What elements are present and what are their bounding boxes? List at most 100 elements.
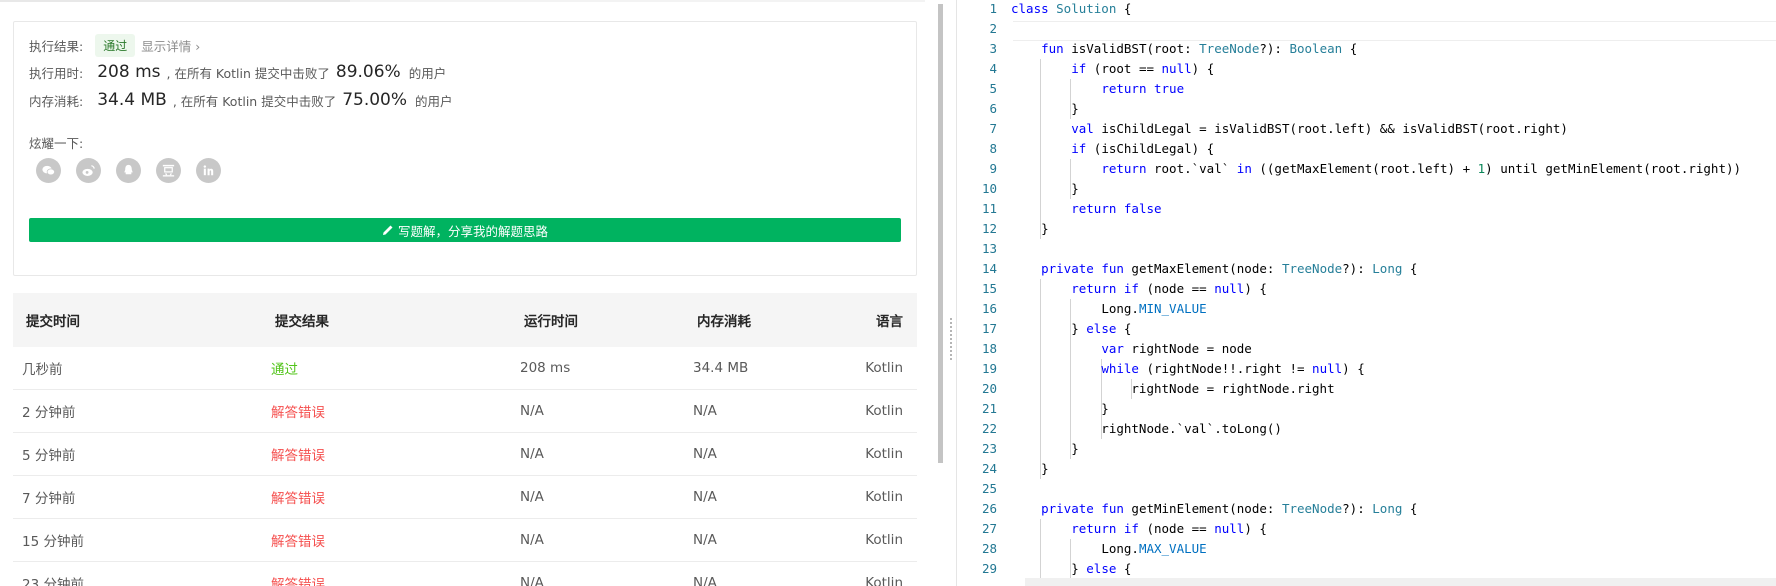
code-token: {: [1402, 501, 1418, 516]
line-number: 7: [989, 121, 997, 136]
code-line[interactable]: }: [1011, 439, 1079, 459]
code-token: }: [1011, 401, 1109, 416]
qq-icon[interactable]: [116, 158, 141, 183]
code-line[interactable]: }: [1011, 399, 1109, 419]
row-status[interactable]: 解答错误: [271, 573, 325, 586]
weibo-icon[interactable]: [76, 158, 101, 183]
left-scrollbar[interactable]: [938, 4, 943, 463]
table-row[interactable]: 5 分钟前 解答错误 N/A N/A Kotlin: [13, 433, 917, 476]
code-token: ) until getMinElement(root.right)): [1485, 161, 1742, 176]
row-memory: N/A: [693, 489, 717, 505]
table-row[interactable]: 15 分钟前 解答错误 N/A N/A Kotlin: [13, 519, 917, 562]
code-line[interactable]: if (root == null) {: [1011, 59, 1214, 79]
code-line[interactable]: } else {: [1011, 559, 1131, 579]
line-number: 10: [981, 181, 997, 196]
code-line[interactable]: return root.`val` in ((getMaxElement(roo…: [1011, 159, 1741, 179]
code-line[interactable]: return false: [1011, 199, 1161, 219]
code-token: getMaxElement(node:: [1131, 261, 1282, 276]
line-number: 18: [981, 341, 997, 356]
memory-value: 34.4 MB: [97, 90, 167, 110]
header-memory[interactable]: 内存消耗: [697, 310, 751, 330]
code-line[interactable]: }: [1011, 219, 1049, 239]
code-token: root.`val`: [1154, 161, 1237, 176]
code-token: isChildLegal = isValidBST(root.left) && …: [1101, 121, 1568, 136]
code-token: TreeNode: [1199, 41, 1260, 56]
code-token: return true: [1101, 81, 1185, 96]
row-time: 15 分钟前: [22, 534, 84, 550]
row-language: Kotlin: [865, 489, 903, 505]
line-number: 5: [989, 81, 997, 96]
line-number: 27: [981, 521, 997, 536]
table-row[interactable]: 23 分钟前 解答错误 N/A N/A Kotlin: [13, 562, 917, 586]
table-row[interactable]: 几秒前 通过 208 ms 34.4 MB Kotlin: [13, 347, 917, 390]
code-line[interactable]: }: [1011, 99, 1079, 119]
douban-icon[interactable]: [156, 158, 181, 183]
code-token: rightNode = rightNode.right: [1011, 381, 1335, 396]
code-line[interactable]: private fun getMinElement(node: TreeNode…: [1011, 499, 1417, 519]
code-token: Boolean: [1289, 41, 1343, 56]
header-language[interactable]: 语言: [876, 310, 903, 330]
table-row[interactable]: 2 分钟前 解答错误 N/A N/A Kotlin: [13, 390, 917, 433]
memory-label: 内存消耗:: [29, 93, 84, 109]
row-status[interactable]: 通过: [271, 358, 298, 378]
code-line[interactable]: class Solution {: [1011, 0, 1131, 19]
code-token: ) {: [1191, 61, 1215, 76]
code-token: null: [1214, 521, 1245, 536]
code-line[interactable]: return if (node == null) {: [1011, 279, 1267, 299]
row-status[interactable]: 解答错误: [271, 401, 325, 421]
row-memory: N/A: [693, 403, 717, 419]
editor-horizontal-scrollbar[interactable]: [1025, 578, 1776, 586]
code-line[interactable]: if (isChildLegal) {: [1011, 139, 1214, 159]
runtime-label: 执行用时:: [29, 65, 84, 81]
code-token: null: [1161, 61, 1192, 76]
table-row[interactable]: 7 分钟前 解答错误 N/A N/A Kotlin: [13, 476, 917, 519]
header-time[interactable]: 提交时间: [26, 310, 80, 330]
pane-splitter[interactable]: [930, 0, 956, 586]
row-runtime: N/A: [520, 532, 544, 548]
code-line[interactable]: return if (node == null) {: [1011, 519, 1267, 539]
code-token: ) {: [1244, 281, 1267, 296]
line-number: 26: [981, 501, 997, 516]
code-line[interactable]: fun isValidBST(root: TreeNode?): Boolean…: [1011, 39, 1357, 59]
code-token: }: [1011, 441, 1079, 456]
code-line[interactable]: Long.MAX_VALUE: [1011, 539, 1206, 559]
code-line[interactable]: return true: [1011, 79, 1184, 99]
code-token: ?):: [1342, 261, 1373, 276]
row-status[interactable]: 解答错误: [271, 487, 325, 507]
code-line[interactable]: while (rightNode!!.right != null) {: [1011, 359, 1364, 379]
code-line[interactable]: }: [1011, 179, 1079, 199]
linkedin-icon[interactable]: [196, 158, 221, 183]
code-editor[interactable]: 1 2 3 4 5 6 7 8 9 10 11 12 13 14 15 16 17 18 19 20 21 22 23 24 2…: [957, 0, 1776, 586]
row-status[interactable]: 解答错误: [271, 530, 325, 550]
line-number: 15: [981, 281, 997, 296]
code-line[interactable]: rightNode = rightNode.right: [1011, 379, 1335, 399]
code-line[interactable]: } else {: [1011, 319, 1131, 339]
code-line[interactable]: var rightNode = node: [1011, 339, 1252, 359]
code-token: else: [1086, 321, 1124, 336]
header-runtime[interactable]: 运行时间: [524, 310, 578, 330]
memory-row: 内存消耗: 34.4 MB , 在所有 Kotlin 提交中击败了 75.00%…: [29, 90, 453, 110]
code-token: Long: [1372, 261, 1403, 276]
write-solution-button[interactable]: 写题解，分享我的解题思路: [29, 218, 901, 242]
code-token: ) {: [1244, 521, 1267, 536]
splitter-handle[interactable]: [950, 318, 952, 360]
row-status[interactable]: 解答错误: [271, 444, 325, 464]
code-line[interactable]: val isChildLegal = isValidBST(root.left)…: [1011, 119, 1568, 139]
row-runtime: N/A: [520, 489, 544, 505]
code-token: ?):: [1259, 41, 1290, 56]
code-line[interactable]: rightNode.`val`.toLong(): [1011, 419, 1282, 439]
runtime-percent: 89.06%: [335, 62, 401, 82]
show-details-link[interactable]: 显示详情 ›: [141, 36, 200, 55]
code-line[interactable]: }: [1011, 459, 1049, 479]
row-time: 7 分钟前: [22, 491, 76, 507]
code-token: (node ==: [1146, 281, 1215, 296]
code-token: TreeNode: [1281, 261, 1343, 276]
code-line[interactable]: private fun getMaxElement(node: TreeNode…: [1011, 259, 1417, 279]
code-line[interactable]: Long.MIN_VALUE: [1011, 299, 1206, 319]
code-token: var: [1101, 341, 1132, 356]
wechat-icon[interactable]: [36, 158, 61, 183]
header-status[interactable]: 提交结果: [275, 310, 329, 330]
